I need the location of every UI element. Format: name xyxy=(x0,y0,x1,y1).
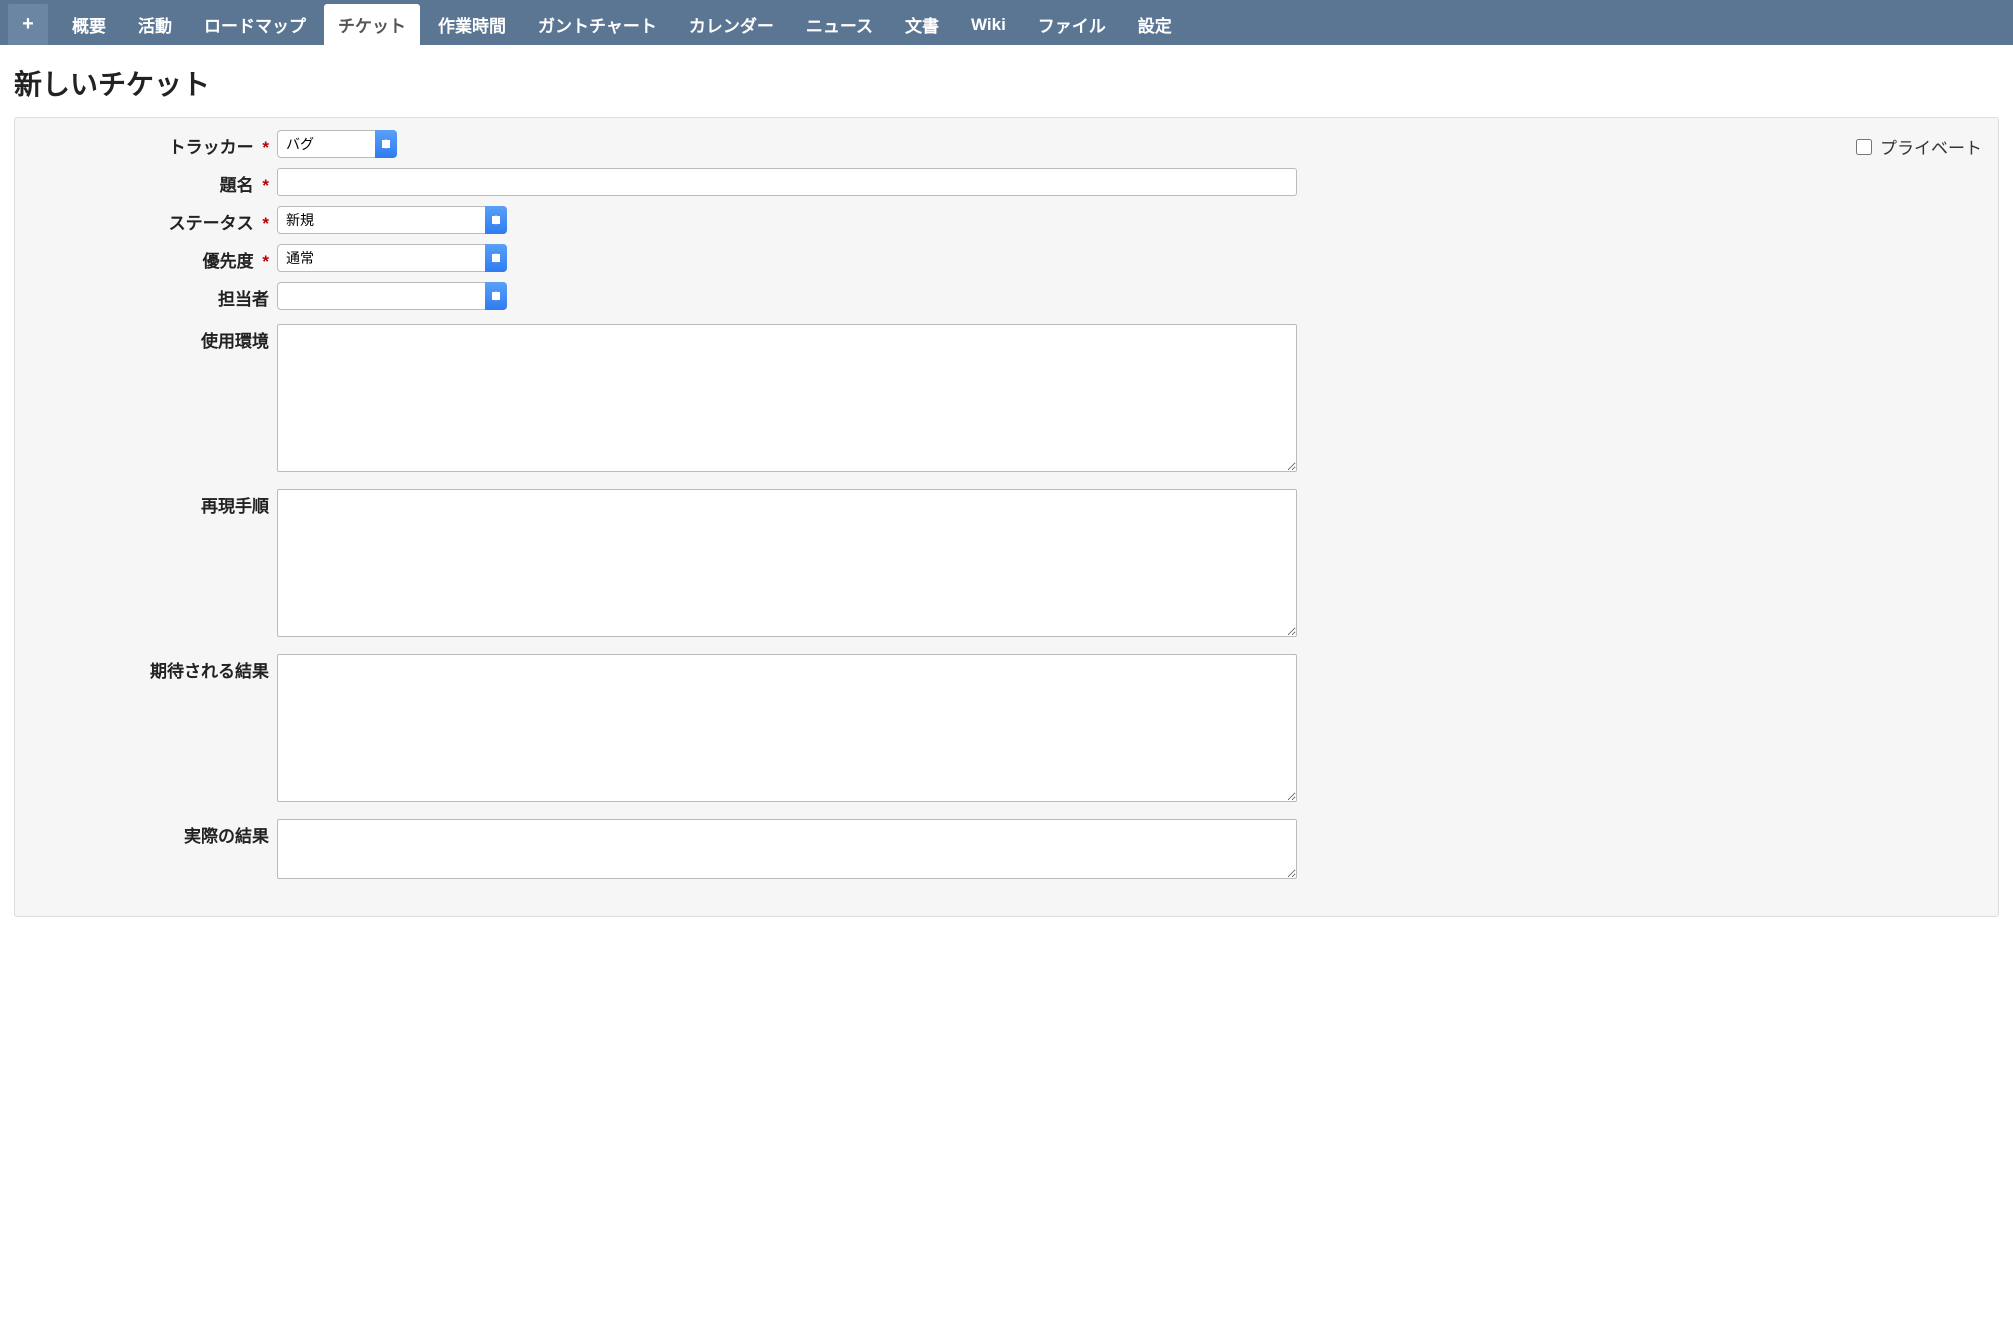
label-priority: 優先度 * xyxy=(27,244,277,272)
required-mark: * xyxy=(262,214,269,233)
tab-overview[interactable]: 概要 xyxy=(58,4,120,45)
expected-result-textarea[interactable] xyxy=(277,654,1297,802)
status-select[interactable]: 新規 xyxy=(277,206,507,234)
tab-roadmap[interactable]: ロードマップ xyxy=(190,4,320,45)
tab-issues[interactable]: チケット xyxy=(324,4,420,45)
label-tracker: トラッカー * xyxy=(27,130,277,158)
actual-result-textarea[interactable] xyxy=(277,819,1297,879)
label-expected-result: 期待される結果 xyxy=(27,654,277,682)
new-tab-plus-button[interactable]: + xyxy=(8,4,48,45)
repro-steps-textarea[interactable] xyxy=(277,489,1297,637)
private-toggle[interactable]: プライベート xyxy=(1852,134,1982,159)
required-mark: * xyxy=(262,138,269,157)
tab-gantt[interactable]: ガントチャート xyxy=(524,4,671,45)
tab-documents[interactable]: 文書 xyxy=(891,4,953,45)
tracker-select[interactable]: バグ xyxy=(277,130,397,158)
label-reproduction-steps: 再現手順 xyxy=(27,489,277,517)
tab-files[interactable]: ファイル xyxy=(1024,4,1120,45)
subject-input[interactable] xyxy=(277,168,1297,196)
assignee-select[interactable] xyxy=(277,282,507,310)
tab-activity[interactable]: 活動 xyxy=(124,4,186,45)
required-mark: * xyxy=(262,176,269,195)
required-mark: * xyxy=(262,252,269,271)
tab-calendar[interactable]: カレンダー xyxy=(675,4,788,45)
new-issue-form: トラッカー * バグ ▴▾ プライベート 題名 * ステータス xyxy=(14,117,1999,917)
priority-select[interactable]: 通常 xyxy=(277,244,507,272)
label-subject: 題名 * xyxy=(27,168,277,196)
tab-news[interactable]: ニュース xyxy=(792,4,887,45)
page-title: 新しいチケット xyxy=(14,63,1999,103)
tab-settings[interactable]: 設定 xyxy=(1124,4,1186,45)
private-checkbox[interactable] xyxy=(1856,139,1872,155)
top-nav: + 概要 活動 ロードマップ チケット 作業時間 ガントチャート カレンダー ニ… xyxy=(0,0,2013,45)
label-private: プライベート xyxy=(1880,134,1982,159)
label-environment: 使用環境 xyxy=(27,324,277,352)
environment-textarea[interactable] xyxy=(277,324,1297,472)
label-assignee: 担当者 xyxy=(27,282,277,310)
tab-wiki[interactable]: Wiki xyxy=(957,4,1020,45)
tab-timelog[interactable]: 作業時間 xyxy=(424,4,520,45)
label-status: ステータス * xyxy=(27,206,277,234)
label-actual-result: 実際の結果 xyxy=(27,819,277,847)
